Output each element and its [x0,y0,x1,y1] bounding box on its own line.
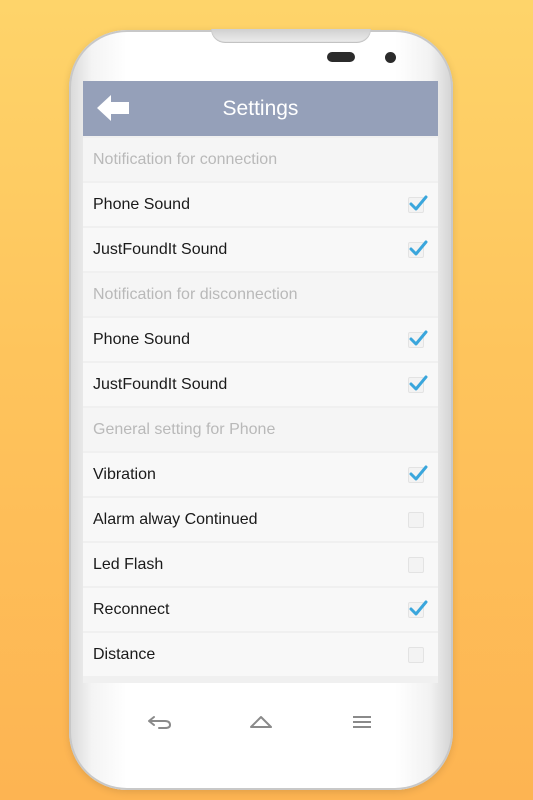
setting-label: JustFoundIt Sound [93,375,228,393]
setting-label: Phone Sound [93,195,190,213]
setting-checkbox[interactable] [408,465,428,483]
setting-row[interactable]: Alarm alway Continued [83,498,438,541]
setting-checkbox[interactable] [408,375,428,393]
page-title: Settings [222,96,299,120]
speaker-grille [211,29,371,43]
setting-checkbox[interactable] [408,240,428,258]
setting-label: Reconnect [93,600,170,618]
setting-row[interactable]: Phone Sound [83,183,438,226]
setting-checkbox[interactable] [408,646,424,663]
back-arrow-icon [97,95,129,121]
section-header: Notification for disconnection [83,273,438,316]
phone-frame: Settings Notification for connection Phon… [69,29,453,790]
setting-checkbox[interactable] [408,195,428,213]
section-header-label: General setting for Phone [93,420,276,438]
checkmark-icon [409,330,428,345]
screen: Settings Notification for connection Phon… [83,81,438,683]
setting-label: Alarm alway Continued [93,510,258,528]
section-header: General setting for Phone [83,408,438,451]
system-nav-bar [69,706,453,738]
return-arrow-icon [147,716,171,729]
nav-back-button[interactable] [140,707,180,737]
nav-menu-button[interactable] [342,707,382,737]
setting-label: Phone Sound [93,330,190,348]
setting-row[interactable]: JustFoundIt Sound [83,363,438,406]
setting-label: Led Flash [93,555,164,573]
checkmark-icon [409,465,428,480]
setting-label: Distance [93,645,156,663]
checkmark-icon [409,195,428,210]
app-bar: Settings [83,81,438,136]
section-header-label: Notification for disconnection [93,285,298,303]
section-header: Notification for connection [83,138,438,181]
setting-row[interactable]: JustFoundIt Sound [83,228,438,271]
setting-checkbox[interactable] [408,600,428,618]
checkmark-icon [409,375,428,390]
section-header-label: Notification for connection [93,150,278,168]
earpiece [327,52,355,62]
setting-row[interactable]: Vibration [83,453,438,496]
setting-row[interactable]: Reconnect [83,588,438,631]
checkmark-icon [409,240,428,255]
home-icon [249,716,272,728]
setting-label: Vibration [93,465,156,483]
setting-row[interactable]: Distance [83,633,438,676]
setting-checkbox[interactable] [408,511,424,528]
setting-checkbox[interactable] [408,330,428,348]
front-camera [385,52,396,63]
settings-list: Notification for connection Phone Sound Ju… [83,138,438,676]
checkmark-icon [409,600,428,615]
back-button[interactable] [95,92,131,124]
setting-label: JustFoundIt Sound [93,240,228,258]
nav-home-button[interactable] [241,707,281,737]
setting-row[interactable]: Phone Sound [83,318,438,361]
setting-checkbox[interactable] [408,556,424,573]
menu-icon [353,716,372,728]
setting-row[interactable]: Led Flash [83,543,438,586]
